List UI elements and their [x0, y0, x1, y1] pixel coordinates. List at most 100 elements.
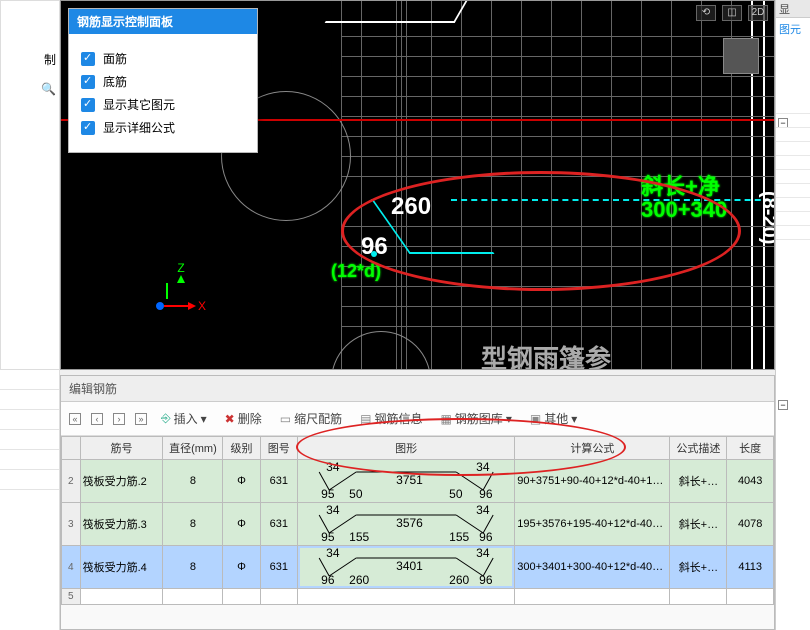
view-cube[interactable]: [716, 31, 766, 81]
rebar-editor-panel: 编辑钢筋 « ‹ › » ⎆插入▾ ✖删除 ▭缩尺配筋 ▤钢筋信息 ▦钢筋图库▾…: [60, 375, 775, 630]
checkbox-top-rebar[interactable]: 面筋: [81, 50, 245, 67]
right-tab[interactable]: 图元: [776, 18, 810, 40]
editor-title: 编辑钢筋: [61, 376, 774, 402]
col-lvl[interactable]: 级别: [223, 437, 260, 460]
col-id[interactable]: 筋号: [80, 437, 163, 460]
label-vertical: (8-20): [757, 191, 775, 244]
svg-text:155: 155: [349, 530, 369, 543]
svg-text:50: 50: [349, 487, 363, 500]
nav-prev-icon[interactable]: ‹: [91, 413, 103, 425]
rebar-display-panel[interactable]: 钢筋显示控制面板 面筋 底筋 显示其它图元 显示详细公式: [68, 8, 258, 153]
svg-text:96: 96: [479, 573, 493, 586]
delete-icon: ✖: [225, 412, 235, 426]
cell-shape[interactable]: 3495503751509634: [297, 460, 514, 503]
cell-fig[interactable]: 631: [260, 503, 297, 546]
row-num: 3: [62, 503, 81, 546]
right-panel: 显 图元 − −: [775, 0, 810, 630]
chevron-down-icon: ▾: [506, 412, 512, 426]
svg-text:95: 95: [321, 530, 335, 543]
view-icon[interactable]: ◫: [722, 5, 742, 21]
right-header: 显: [776, 0, 810, 18]
cell-len[interactable]: 4113: [727, 546, 774, 589]
cell-desc[interactable]: 斜长+…: [670, 546, 727, 589]
svg-text:34: 34: [476, 462, 490, 474]
annotation-ellipse: [341, 171, 741, 291]
checkbox-bottom-rebar[interactable]: 底筋: [81, 73, 245, 90]
table-row-empty[interactable]: 5: [62, 589, 774, 605]
cell-lvl[interactable]: Φ: [223, 503, 260, 546]
svg-text:50: 50: [449, 487, 463, 500]
delete-button[interactable]: ✖删除: [221, 408, 266, 429]
svg-text:95: 95: [321, 487, 335, 500]
mode-2d-button[interactable]: 2D: [748, 5, 768, 21]
table-row[interactable]: 2筏板受力筋.28Φ631349550375150963490+3751+90-…: [62, 460, 774, 503]
info-icon: ▤: [360, 412, 371, 426]
checkbox-icon[interactable]: [81, 52, 95, 66]
cell-shape[interactable]: 349515535761559634: [297, 503, 514, 546]
svg-text:34: 34: [326, 462, 340, 474]
cell-dia[interactable]: 8: [163, 460, 223, 503]
search-icon[interactable]: 🔍: [41, 82, 56, 96]
svg-text:260: 260: [449, 573, 469, 586]
cell-dia[interactable]: 8: [163, 546, 223, 589]
cell-len[interactable]: 4078: [727, 503, 774, 546]
collapse-icon[interactable]: −: [778, 400, 788, 410]
cell-desc[interactable]: 斜长+…: [670, 503, 727, 546]
col-dia[interactable]: 直径(mm): [163, 437, 223, 460]
col-desc[interactable]: 公式描述: [670, 437, 727, 460]
col-fig[interactable]: 图号: [260, 437, 297, 460]
rebar-table[interactable]: 筋号 直径(mm) 级别 图号 图形 计算公式 公式描述 长度 2筏板受力筋.2…: [61, 436, 774, 605]
cell-lvl[interactable]: Φ: [223, 460, 260, 503]
other-icon: ▣: [530, 412, 541, 426]
other-button[interactable]: ▣其他▾: [526, 408, 581, 429]
cell-len[interactable]: 4043: [727, 460, 774, 503]
panel-title: 钢筋显示控制面板: [69, 9, 257, 34]
nav-next-icon[interactable]: ›: [113, 413, 125, 425]
col-shape[interactable]: 图形: [297, 437, 514, 460]
left-panel: 制 🔍: [0, 0, 60, 370]
table-row[interactable]: 3筏板受力筋.38Φ631349515535761559634195+3576+…: [62, 503, 774, 546]
checkbox-icon[interactable]: [81, 75, 95, 89]
ruler-icon: ▭: [280, 412, 291, 426]
cell-formula[interactable]: 300+3401+300-40+12*d-40+…: [515, 546, 670, 589]
row-num: 4: [62, 546, 81, 589]
svg-text:96: 96: [321, 573, 335, 586]
cell-id[interactable]: 筏板受力筋.4: [80, 546, 163, 589]
cell-formula[interactable]: 90+3751+90-40+12*d-40+12*d: [515, 460, 670, 503]
svg-text:34: 34: [326, 548, 340, 560]
col-len[interactable]: 长度: [727, 437, 774, 460]
chevron-down-icon: ▾: [571, 412, 577, 426]
right-grid: [776, 100, 810, 400]
checkbox-detail-formula[interactable]: 显示详细公式: [81, 119, 245, 136]
cell-lvl[interactable]: Φ: [223, 546, 260, 589]
row-num: 2: [62, 460, 81, 503]
insert-icon: ⎆: [161, 411, 171, 426]
cell-dia[interactable]: 8: [163, 503, 223, 546]
checkbox-other-elements[interactable]: 显示其它图元: [81, 96, 245, 113]
svg-text:34: 34: [476, 505, 490, 517]
cell-formula[interactable]: 195+3576+195-40+12*d-40+…: [515, 503, 670, 546]
cell-desc[interactable]: 斜长+…: [670, 460, 727, 503]
col-formula[interactable]: 计算公式: [515, 437, 670, 460]
cell-fig[interactable]: 631: [260, 546, 297, 589]
svg-text:96: 96: [479, 530, 493, 543]
label-bottom: 型钢雨篷参: [481, 339, 611, 370]
cell-fig[interactable]: 631: [260, 460, 297, 503]
checkbox-icon[interactable]: [81, 98, 95, 112]
nav-last-icon[interactable]: »: [135, 413, 147, 425]
chevron-down-icon: ▾: [201, 412, 207, 426]
cell-id[interactable]: 筏板受力筋.2: [80, 460, 163, 503]
library-button[interactable]: ▦钢筋图库▾: [436, 408, 515, 429]
orbit-icon[interactable]: ⟲: [696, 5, 716, 21]
checkbox-icon[interactable]: [81, 121, 95, 135]
svg-text:155: 155: [449, 530, 469, 543]
scale-button[interactable]: ▭缩尺配筋: [276, 408, 346, 429]
svg-text:96: 96: [479, 487, 493, 500]
cell-shape[interactable]: 349626034012609634: [297, 546, 514, 589]
insert-button[interactable]: ⎆插入▾: [157, 408, 211, 429]
table-row[interactable]: 4筏板受力筋.48Φ631349626034012609634300+3401+…: [62, 546, 774, 589]
cell-id[interactable]: 筏板受力筋.3: [80, 503, 163, 546]
svg-text:34: 34: [326, 505, 340, 517]
nav-first-icon[interactable]: «: [69, 413, 81, 425]
info-button[interactable]: ▤钢筋信息: [356, 408, 426, 429]
